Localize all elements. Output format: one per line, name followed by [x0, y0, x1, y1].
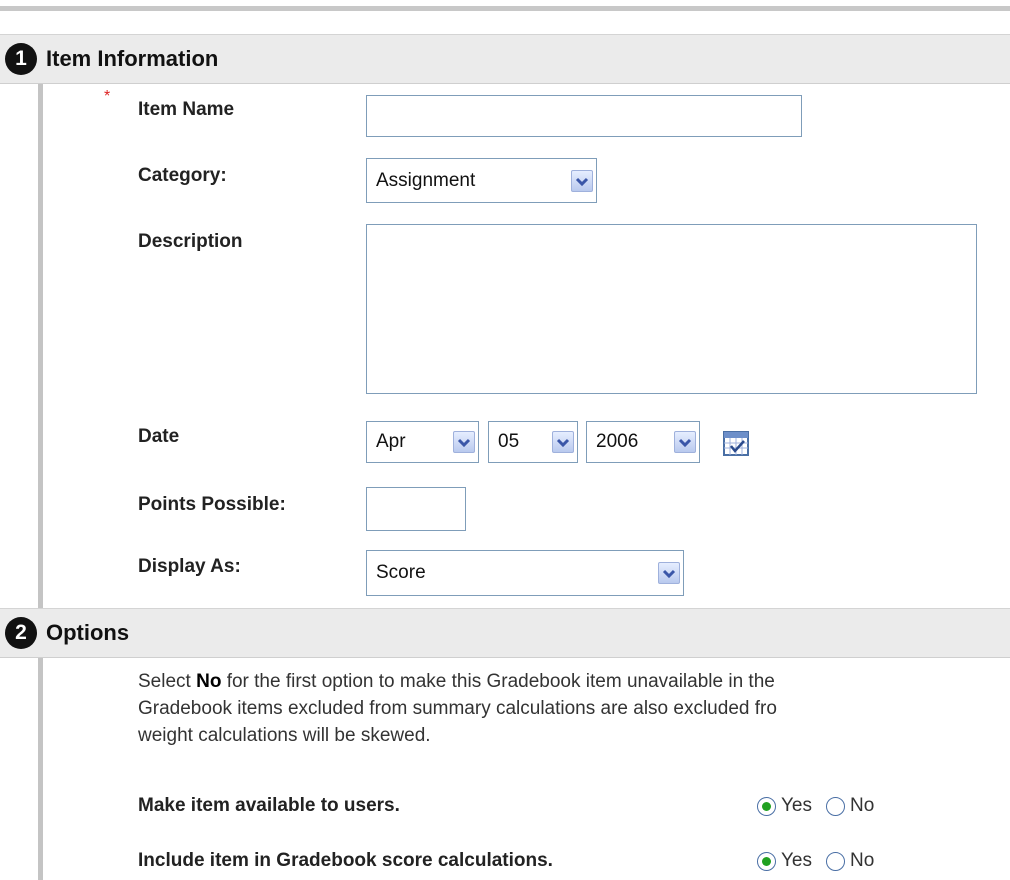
date-month-select[interactable]: Apr — [366, 421, 479, 463]
step-number-2-icon: 2 — [5, 617, 37, 649]
points-possible-label: Points Possible: — [138, 494, 286, 515]
date-year-select[interactable]: 2006 — [586, 421, 700, 463]
description-label: Description — [138, 231, 243, 252]
gradebook-item-form: 1 Item Information * Item Name Category:… — [0, 0, 1010, 880]
options-description-line-1: Select No for the first option to make t… — [138, 671, 775, 692]
make-available-radio-group: Yes No — [757, 795, 888, 817]
available-yes-radio[interactable] — [757, 796, 776, 816]
description-textarea[interactable] — [366, 224, 977, 394]
display-as-label: Display As: — [138, 556, 241, 577]
make-available-label: Make item available to users. — [138, 795, 400, 816]
step-number-1-icon: 1 — [5, 43, 37, 75]
available-no-radio[interactable] — [826, 796, 845, 816]
category-select[interactable]: Assignment — [366, 158, 597, 203]
chevron-down-icon[interactable] — [552, 431, 574, 453]
options-description: Select No for the first option to make t… — [138, 668, 1010, 749]
month-value: Apr — [376, 431, 406, 452]
chevron-down-icon[interactable] — [658, 562, 680, 584]
include-radio-group: Yes No — [757, 850, 888, 872]
include-no-radio[interactable] — [826, 851, 845, 871]
item-name-input[interactable] — [366, 95, 802, 137]
category-label: Category: — [138, 165, 227, 186]
category-selected-value: Assignment — [376, 169, 476, 191]
section-title: Options — [46, 620, 130, 645]
points-possible-input[interactable] — [366, 487, 466, 531]
section-title: Item Information — [46, 46, 219, 71]
chevron-down-icon[interactable] — [571, 169, 593, 192]
include-in-calculations-label: Include item in Gradebook score calculat… — [138, 850, 553, 871]
options-description-line-2: Gradebook items excluded from summary ca… — [138, 698, 777, 719]
section-left-bar — [38, 658, 43, 880]
include-yes-radio[interactable] — [757, 851, 776, 871]
display-as-select[interactable]: Score — [366, 550, 684, 596]
available-no-label: No — [850, 795, 875, 816]
section-options-header: 2 Options — [0, 608, 1010, 658]
date-label: Date — [138, 426, 180, 447]
chevron-down-icon[interactable] — [674, 431, 696, 453]
include-yes-label: Yes — [781, 850, 812, 871]
calendar-icon[interactable] — [722, 429, 750, 457]
section-left-bar — [38, 84, 43, 608]
top-divider — [0, 6, 1010, 11]
include-no-label: No — [850, 850, 875, 871]
required-marker: * — [104, 88, 111, 105]
day-value: 05 — [498, 431, 520, 452]
options-description-line-3: weight calculations will be skewed. — [138, 725, 431, 746]
display-as-selected-value: Score — [376, 562, 426, 583]
available-yes-label: Yes — [781, 795, 812, 816]
chevron-down-icon[interactable] — [453, 431, 475, 453]
item-name-label: Item Name — [138, 99, 235, 120]
year-value: 2006 — [596, 431, 639, 452]
section-item-information-header: 1 Item Information — [0, 34, 1010, 84]
date-day-select[interactable]: 05 — [488, 421, 578, 463]
